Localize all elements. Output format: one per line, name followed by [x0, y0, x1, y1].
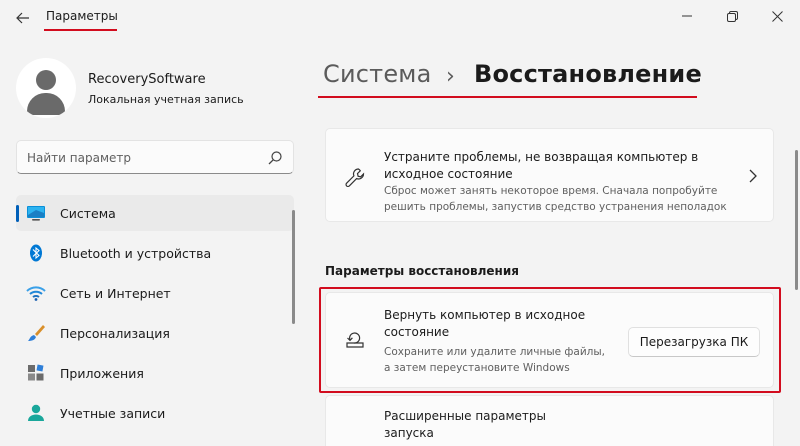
- apps-icon: [28, 364, 44, 381]
- sidebar-nav: Система Bluetooth и устройства Сеть и Ин…: [16, 195, 294, 435]
- breadcrumb-parent[interactable]: Система: [323, 60, 432, 88]
- active-indicator: [16, 205, 19, 222]
- sidebar-item-label: Приложения: [60, 366, 144, 381]
- avatar-body: [27, 93, 65, 115]
- sidebar-item-label: Учетные записи: [60, 406, 166, 421]
- troubleshoot-description: Сброс может занять некоторое время. Снач…: [384, 185, 727, 213]
- system-icon: [27, 206, 45, 221]
- sidebar-item-network[interactable]: Сеть и Интернет: [16, 275, 294, 311]
- chevron-right-icon: [749, 169, 757, 183]
- search-box[interactable]: [16, 140, 294, 174]
- section-title: Параметры восстановления: [325, 264, 519, 278]
- sidebar-item-label: Bluetooth и устройства: [60, 246, 212, 261]
- minimize-button[interactable]: [664, 0, 710, 32]
- arrow-left-icon: [16, 12, 29, 24]
- search-icon[interactable]: [267, 150, 283, 166]
- troubleshoot-card[interactable]: Устраните проблемы, не возвращая компьют…: [325, 128, 774, 222]
- title-bar: Параметры: [0, 0, 800, 34]
- avatar-head: [36, 70, 56, 90]
- reset-title: Вернуть компьютер в исходное состояние: [384, 308, 586, 339]
- close-icon: [771, 10, 783, 22]
- advanced-startup-card[interactable]: Расширенные параметры запуска: [325, 395, 774, 446]
- sidebar-item-accounts[interactable]: Учетные записи: [16, 395, 294, 431]
- avatar[interactable]: [16, 58, 76, 118]
- bluetooth-icon: [30, 244, 42, 262]
- content-scrollbar[interactable]: [795, 150, 798, 290]
- account-type: Локальная учетная запись: [88, 93, 244, 106]
- title-highlight-underline: [44, 29, 117, 31]
- restore-button[interactable]: [709, 0, 755, 32]
- sidebar-item-bluetooth[interactable]: Bluetooth и устройства: [16, 235, 294, 271]
- sidebar-item-label: Сеть и Интернет: [60, 286, 171, 301]
- sidebar-item-personalization[interactable]: Персонализация: [16, 315, 294, 351]
- troubleshoot-title: Устраните проблемы, не возвращая компьют…: [384, 150, 699, 181]
- sidebar-scrollbar[interactable]: [292, 210, 295, 324]
- brush-icon: [28, 325, 45, 341]
- sidebar-item-apps[interactable]: Приложения: [16, 355, 294, 391]
- back-button[interactable]: [8, 6, 38, 30]
- reset-pc-button[interactable]: Перезагрузка ПК: [628, 327, 760, 357]
- sidebar-item-label: Система: [60, 206, 116, 221]
- breadcrumb-separator: ›: [446, 64, 455, 89]
- minimize-icon: [682, 15, 692, 17]
- close-button[interactable]: [754, 0, 800, 32]
- title-highlight-underline: [318, 96, 697, 98]
- app-title: Параметры: [46, 9, 118, 23]
- wrench-icon: [345, 168, 365, 187]
- advanced-startup-title: Расширенные параметры запуска: [384, 409, 547, 440]
- sidebar-item-label: Персонализация: [60, 326, 170, 341]
- page-title: Восстановление: [474, 60, 702, 88]
- reset-pc-card: Вернуть компьютер в исходное состояние С…: [325, 292, 774, 388]
- reset-description: Сохраните или удалите личные файлы, а за…: [384, 346, 605, 374]
- search-input[interactable]: [27, 148, 257, 168]
- wifi-icon: [26, 286, 46, 301]
- user-name: RecoverySoftware: [88, 72, 206, 87]
- restore-icon: [726, 10, 738, 22]
- account-icon: [28, 404, 44, 421]
- reset-pc-icon: [346, 332, 364, 348]
- sidebar-item-system[interactable]: Система: [16, 195, 294, 231]
